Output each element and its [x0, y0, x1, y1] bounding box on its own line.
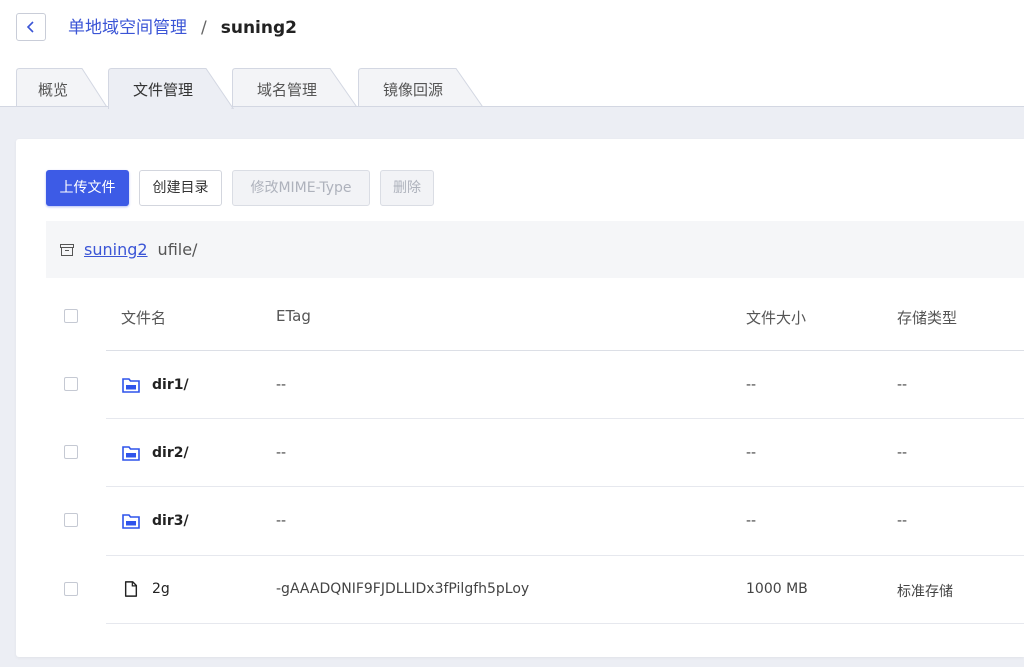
row-divider [106, 623, 1024, 624]
top-bar: 单地域空间管理 / suning2 [0, 0, 1024, 66]
row-etag: -- [276, 445, 287, 461]
tab-file-management[interactable]: 文件管理 [108, 68, 234, 109]
bucket-link[interactable]: suning2 [84, 240, 148, 259]
tab-label: 概览 [37, 81, 68, 99]
row-storage-type: -- [897, 377, 908, 393]
row-etag: -- [276, 377, 287, 393]
row-size: -- [746, 377, 757, 393]
folder-icon [122, 378, 140, 393]
row-size: 1000 MB [746, 581, 808, 597]
row-checkbox[interactable] [64, 582, 78, 596]
row-divider [106, 555, 1024, 556]
folder-icon [122, 514, 140, 529]
row-divider [106, 418, 1024, 419]
row-checkbox[interactable] [64, 377, 78, 391]
create-directory-button[interactable]: 创建目录 [139, 170, 222, 206]
page-title: suning2 [220, 18, 297, 38]
row-storage-type: -- [897, 445, 908, 461]
back-button[interactable] [16, 13, 46, 41]
path-prefix: ufile/ [157, 240, 198, 259]
tab-domains[interactable]: 域名管理 [232, 68, 358, 108]
chevron-left-icon [26, 21, 34, 33]
file-icon [124, 581, 138, 597]
upload-file-button[interactable]: 上传文件 [46, 170, 129, 206]
row-checkbox[interactable] [64, 445, 78, 459]
row-name[interactable]: dir3/ [152, 513, 189, 529]
bucket-icon [60, 243, 74, 256]
row-etag: -gAAADQNIF9FJDLLIDx3fPilgfh5pLoy [276, 581, 530, 597]
row-etag: -- [276, 513, 287, 529]
row-size: -- [746, 513, 757, 529]
row-checkbox[interactable] [64, 513, 78, 527]
breadcrumb-separator: / [201, 18, 207, 38]
row-storage-type: 标准存储 [897, 584, 953, 600]
column-header-storage-type: 存储类型 [897, 309, 958, 327]
column-header-etag: ETag [276, 307, 311, 325]
row-size: -- [746, 445, 757, 461]
tab-mirror[interactable]: 镜像回源 [358, 68, 484, 108]
select-all-checkbox[interactable] [64, 309, 78, 323]
row-name[interactable]: dir2/ [152, 445, 189, 461]
breadcrumb: 单地域空间管理 / suning2 [68, 17, 297, 39]
row-divider [106, 486, 1024, 487]
tab-label: 域名管理 [256, 81, 317, 99]
tab-label: 镜像回源 [382, 81, 443, 99]
column-header-filename: 文件名 [121, 309, 167, 327]
column-header-size: 文件大小 [746, 309, 807, 327]
row-storage-type: -- [897, 513, 908, 529]
row-name[interactable]: 2g [152, 581, 170, 597]
row-name[interactable]: dir1/ [152, 377, 189, 393]
file-panel [16, 139, 1024, 657]
tab-bar: 概览 域名管理 镜像回源 文件管理 [0, 66, 1024, 109]
path-bar: suning2 ufile/ [46, 221, 1024, 278]
folder-icon [122, 446, 140, 461]
tab-overview[interactable]: 概览 [16, 68, 108, 108]
modify-mime-type-button[interactable]: 修改MIME-Type [232, 170, 370, 206]
tab-label: 文件管理 [132, 81, 193, 99]
breadcrumb-parent-link[interactable]: 单地域空间管理 [68, 18, 187, 38]
delete-button[interactable]: 删除 [380, 170, 434, 206]
header-divider [106, 350, 1024, 351]
